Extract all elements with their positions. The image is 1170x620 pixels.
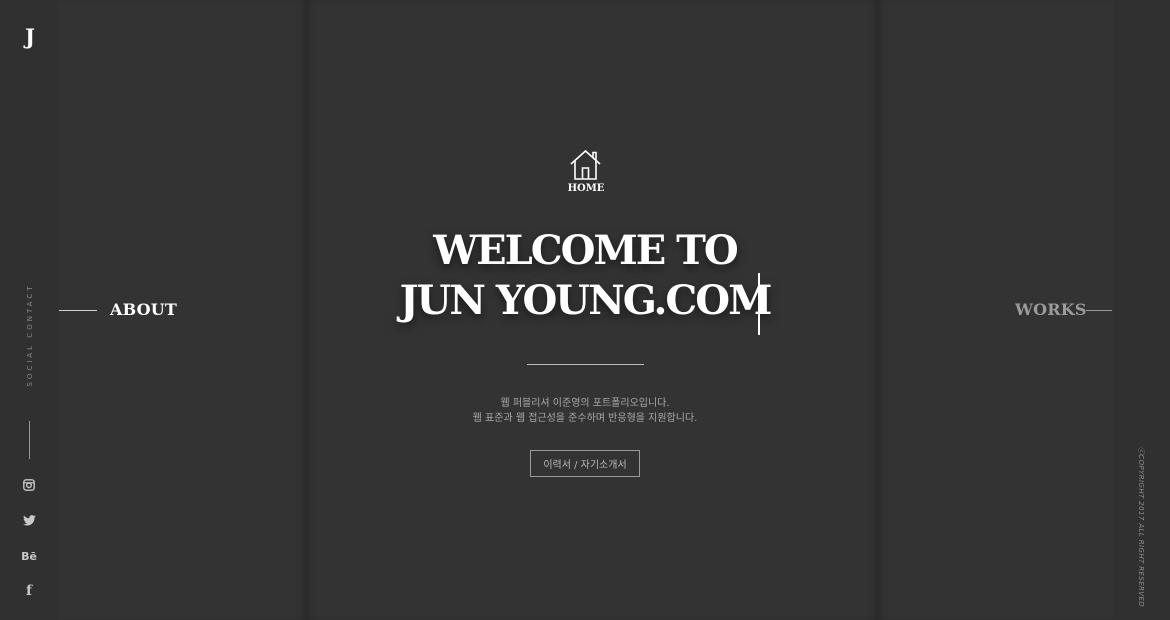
resume-button[interactable]: 이력서 / 자기소개서 <box>530 450 640 477</box>
typing-cursor <box>758 273 760 335</box>
hero-divider <box>527 364 644 365</box>
page-frame: J SOCIAL CONTACT Bē f ABOUT WORKS HOME W… <box>0 0 1170 620</box>
left-sidebar: J SOCIAL CONTACT Bē f <box>0 0 58 620</box>
twitter-icon[interactable] <box>17 510 41 530</box>
hero-description: 웹 퍼블리셔 이준영의 포트폴리오입니다. 웹 표준과 웹 접근성을 준수하며 … <box>400 396 770 426</box>
nav-works-link[interactable]: WORKS <box>1015 300 1087 319</box>
sidebar-divider <box>29 421 30 459</box>
home-label[interactable]: HOME <box>556 183 616 194</box>
social-contact-label: SOCIAL CONTACT <box>26 283 34 387</box>
hero-title-line-2: JUN YOUNG.COM <box>399 277 773 324</box>
about-nav-line <box>59 310 97 311</box>
works-nav-line <box>1086 310 1112 311</box>
behance-icon[interactable]: Bē <box>17 546 41 566</box>
nav-about-link[interactable]: ABOUT <box>110 300 177 319</box>
hero-description-line-1: 웹 퍼블리셔 이준영의 포트폴리오입니다. <box>500 398 670 409</box>
hero-description-line-2: 웹 표준과 웹 접근성을 준수하며 반응형을 지원합니다. <box>472 413 698 424</box>
hero-title: WELCOME TO JUN YOUNG.COM <box>385 226 785 326</box>
hero-title-line-1: WELCOME TO <box>433 227 739 274</box>
instagram-icon[interactable] <box>17 475 41 495</box>
copyright-text: ⓒCOPYRIGHT 2017 ALL RIGHT RESERVED <box>1137 446 1145 608</box>
facebook-icon[interactable]: f <box>17 581 41 601</box>
site-logo[interactable]: J <box>18 24 42 49</box>
house-icon[interactable] <box>569 149 602 181</box>
